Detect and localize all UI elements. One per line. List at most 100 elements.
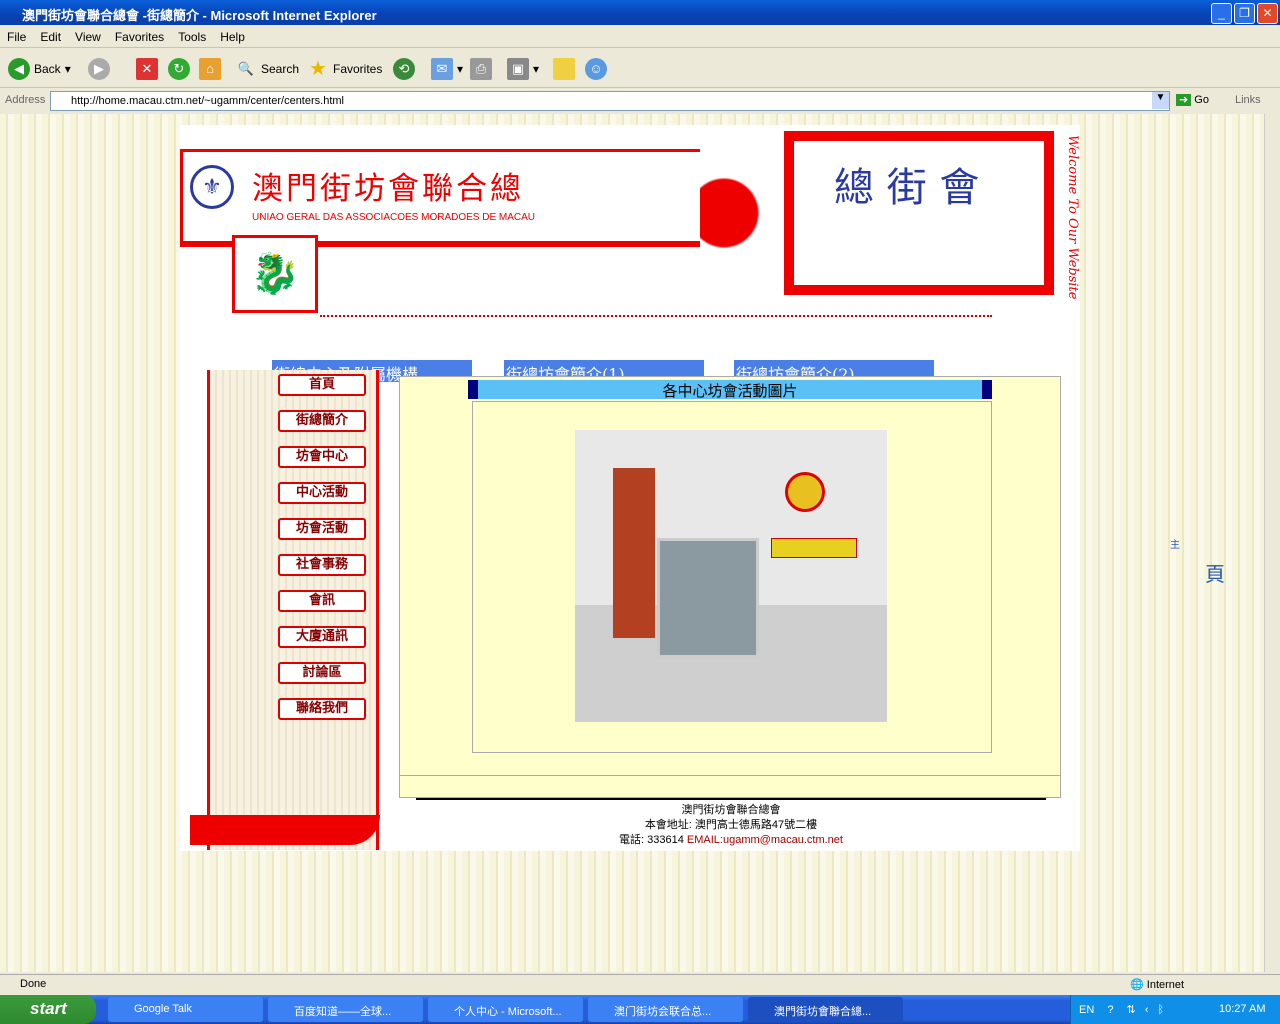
welcome-text: Welcome To Our Website [1065,135,1080,300]
main-box: 各中心坊會活動圖片 [399,376,1061,798]
refresh-button[interactable]: ↻ [168,58,190,80]
red-brush-footer [190,815,380,845]
print-icon: ⎙ [470,58,492,80]
home-icon: ⌂ [199,58,221,80]
mail-button[interactable]: ✉ ▾ [431,58,463,80]
vertical-scrollbar[interactable] [1264,114,1280,972]
menu-edit[interactable]: Edit [33,26,68,48]
photo-glass-door [657,538,759,658]
forward-arrow-icon: ▶ [88,58,110,80]
association-logo-icon: ⚜ [190,165,234,209]
maximize-button[interactable]: ❐ [1234,3,1255,24]
toolbar: ◀ Back ▾ ▶ ✕ ↻ ⌂ 🔍 Search ★ Favorites ⟲ ✉ ▾ … [0,50,1280,88]
tray-expand-icon[interactable]: ‹ [1145,1004,1149,1016]
forward-button[interactable]: ▶ [88,58,110,80]
menu-building-news[interactable]: 大廈通訊 [278,626,366,648]
back-button[interactable]: ◀ Back ▾ [8,58,71,80]
go-arrow-icon: ➜ [1176,94,1192,106]
task-baidu[interactable]: 百度知道——全球... [268,997,423,1022]
menu-forum[interactable]: 討論區 [278,662,366,684]
system-tray: EN ? ⇅ ‹ ᛒ 10:27 AM [1070,995,1280,1024]
status-text: Done [20,978,47,990]
go-button[interactable]: ➜ Go [1176,93,1209,106]
messenger-button[interactable]: ☺ [585,58,607,80]
menu-center-activities[interactable]: 中心活動 [278,482,366,504]
footer-name: 澳門街坊會聯合總會 [681,804,781,816]
address-bar: Address http://home.macau.ctm.net/~ugamm… [0,90,1280,112]
menu-contact[interactable]: 聯絡我們 [278,698,366,720]
home-button[interactable]: ⌂ [199,58,221,80]
title-bar: 澳門街坊會聯合總會 -街總簡介 - Microsoft Internet Exp… [0,0,1280,25]
stop-icon: ✕ [136,58,158,80]
language-indicator[interactable]: EN [1079,1004,1094,1016]
page-content: ⚜ 澳門街坊會聯合總 UNIAO GERAL DAS ASSOCIACOES M… [0,114,1280,972]
edit-icon: ▣ [507,58,529,80]
address-input[interactable]: http://home.macau.ctm.net/~ugamm/center/… [50,91,1170,111]
task-macau-active[interactable]: 澳門街坊會聯合總... [748,997,903,1022]
footer-email-link[interactable]: EMAIL:ugamm@macau.ctm.net [687,834,843,846]
footer-address: 本會地址: 澳門高士德馬路47號二樓 [644,819,818,831]
photo-emblem [785,472,825,512]
menu-tools[interactable]: Tools [171,26,213,48]
start-button[interactable]: start [0,995,96,1024]
logo-box: 總 街 會 [784,131,1054,295]
history-icon: ⟲ [393,58,415,80]
activity-photo [575,430,887,722]
messenger-icon: ☺ [585,58,607,80]
window-title: 澳門街坊會聯合總會 -街總簡介 - Microsoft Internet Exp… [22,8,377,23]
search-button[interactable]: 🔍 Search [235,58,299,80]
menu-newsletter[interactable]: 會訊 [278,590,366,612]
network-icon[interactable]: ⇅ [1127,1004,1136,1016]
site-title: 澳門街坊會聯合總 [252,171,524,207]
divider [320,315,992,317]
bluetooth-icon[interactable]: ᛒ [1158,1004,1165,1016]
menu-association-activities[interactable]: 坊會活動 [278,518,366,540]
menu-home[interactable]: 首頁 [278,374,366,396]
clock: 10:27 AM [1219,1003,1266,1015]
print-button[interactable]: ⎙ [470,58,492,80]
stop-button[interactable]: ✕ [136,58,158,80]
address-label: Address [5,94,46,106]
footer-rule [416,798,1046,800]
links-button[interactable]: Links [1235,94,1261,106]
photo-sign [771,538,857,558]
task-macau-simplified[interactable]: 澳门街坊会联合总... [588,997,743,1022]
menu-centers[interactable]: 坊會中心 [278,446,366,468]
site-panel: ⚜ 澳門街坊會聯合總 UNIAO GERAL DAS ASSOCIACOES M… [180,125,1080,851]
site-subtitle: UNIAO GERAL DAS ASSOCIACOES MORADOES DE … [252,212,536,223]
menu-about[interactable]: 街總簡介 [278,410,366,432]
search-icon: 🔍 [237,61,255,76]
history-button[interactable]: ⟲ [393,58,415,80]
menu-social-affairs[interactable]: 社會事務 [278,554,366,576]
back-arrow-icon: ◀ [8,58,30,80]
main-box-divider [400,775,1060,776]
status-bar: Done 🌐 Internet [0,974,1280,994]
help-icon[interactable]: ? [1107,1004,1113,1016]
logo-calligraphy: 總 街 會 [834,165,980,211]
stray-text: 主 [1170,540,1180,551]
menu-file[interactable]: File [0,26,33,48]
stray-text: 頁 [1205,564,1225,586]
taskbar: start Google Talk 百度知道——全球... 个人中心 - Mic… [0,995,1280,1024]
address-dropdown[interactable]: ▼ [1152,92,1169,109]
menu-favorites[interactable]: Favorites [108,26,171,48]
edit-button[interactable]: ▣ ▾ [507,58,539,80]
note-icon [553,58,575,80]
close-button[interactable]: ✕ [1257,3,1278,24]
task-personal-center[interactable]: 个人中心 - Microsoft... [428,997,583,1022]
star-icon: ★ [309,58,327,80]
menu-help[interactable]: Help [213,26,252,48]
section-title: 各中心坊會活動圖片 [468,380,992,400]
red-brush-decoration [700,149,780,309]
minimize-button[interactable]: _ [1211,3,1232,24]
task-google-talk[interactable]: Google Talk [108,997,263,1022]
photo-frame [472,401,992,753]
menu-view[interactable]: View [68,26,108,48]
favorites-button[interactable]: ★ Favorites [307,58,382,80]
mail-icon: ✉ [431,58,453,80]
dragon-emblem-icon: 🐉 [232,235,318,313]
refresh-icon: ↻ [168,58,190,80]
notes-button[interactable] [553,58,575,80]
footer-phone: 電話: 333614 [619,834,684,846]
photo-door-frame [613,468,655,638]
